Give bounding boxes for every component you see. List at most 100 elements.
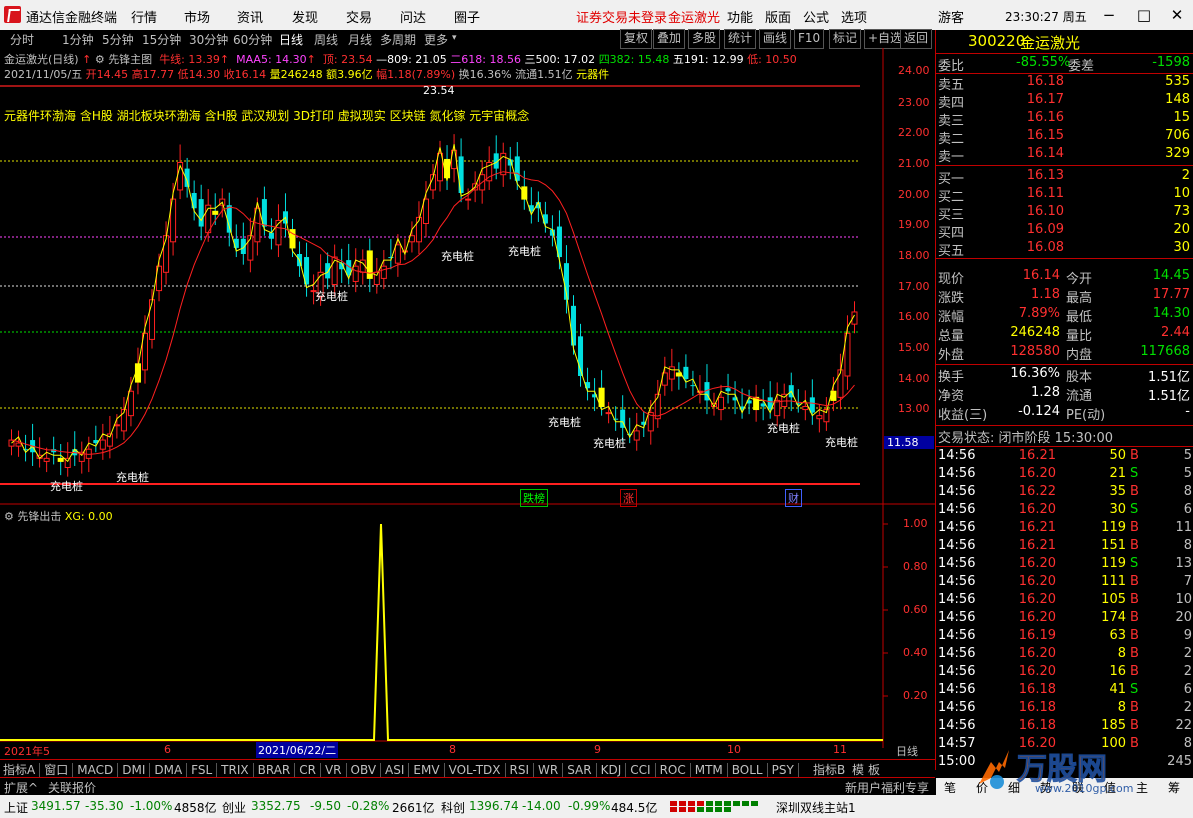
news-ticker[interactable]: 新用户福利专享 bbox=[845, 779, 929, 796]
indicator-tab[interactable]: MACD bbox=[77, 763, 119, 777]
book-price[interactable]: 16.17 bbox=[1016, 92, 1064, 107]
settings-icon[interactable]: ⚙ bbox=[4, 510, 14, 523]
tick-t: 14:56 bbox=[938, 682, 976, 697]
menu-jiaoyi[interactable]: 交易 bbox=[346, 7, 372, 26]
book-price[interactable]: 16.11 bbox=[1016, 186, 1064, 201]
book-price[interactable]: 16.16 bbox=[1016, 110, 1064, 125]
info-low: 低14.30 bbox=[177, 68, 221, 81]
indicator-tab[interactable]: 指标A bbox=[3, 763, 41, 777]
indicator-tab[interactable]: CR bbox=[299, 763, 321, 777]
tick-v: 50 bbox=[1109, 448, 1126, 463]
maximize-icon[interactable]: □ bbox=[1130, 4, 1158, 26]
close-icon[interactable]: ✕ bbox=[1163, 4, 1191, 26]
event-tag-zhang[interactable]: 涨 bbox=[620, 489, 637, 507]
period-multi[interactable]: 多周期 bbox=[380, 31, 416, 48]
menu-shichang[interactable]: 市场 bbox=[184, 7, 210, 26]
expand-tab[interactable]: 扩展^ bbox=[4, 779, 38, 796]
candle-body bbox=[809, 397, 815, 413]
period-1min[interactable]: 1分钟 bbox=[62, 31, 94, 48]
book-price[interactable]: 16.18 bbox=[1016, 74, 1064, 89]
indicator-tab[interactable]: DMA bbox=[154, 763, 188, 777]
indicator-tab[interactable]: CCI bbox=[630, 763, 656, 777]
period-fenshi[interactable]: 分时 bbox=[10, 31, 34, 48]
current-stock-name[interactable]: 金运激光 bbox=[668, 7, 720, 26]
btn-back[interactable]: 返回 bbox=[900, 29, 933, 49]
indicator-tab[interactable]: VR bbox=[324, 763, 347, 777]
cy-label[interactable]: 创业 bbox=[222, 799, 246, 816]
indicator-b-tab[interactable]: 指标B bbox=[813, 761, 845, 778]
sh-label[interactable]: 上证 bbox=[4, 799, 28, 816]
period-day[interactable]: 日线 bbox=[279, 31, 303, 48]
btn-fuquan[interactable]: 复权 bbox=[620, 29, 653, 49]
period-more[interactable]: 更多 bbox=[424, 31, 448, 48]
menu-gongneng[interactable]: 功能 bbox=[727, 7, 753, 26]
indicator-tab[interactable]: 窗口 bbox=[44, 763, 74, 777]
more-chevron-icon[interactable]: ▾ bbox=[452, 33, 457, 43]
period-30min[interactable]: 30分钟 bbox=[189, 31, 228, 48]
tick-t: 14:56 bbox=[938, 538, 976, 553]
book-price[interactable]: 16.13 bbox=[1016, 168, 1064, 183]
menu-wenda[interactable]: 问达 bbox=[400, 7, 426, 26]
btn-huaxian[interactable]: 画线 bbox=[759, 29, 792, 49]
indicator-tab[interactable]: OBV bbox=[350, 763, 382, 777]
btn-diejia[interactable]: 叠加 bbox=[653, 29, 686, 49]
candle-body bbox=[148, 299, 156, 340]
indicator-tab[interactable]: BRAR bbox=[257, 763, 296, 777]
chart-indicator-name[interactable]: 先锋主图 bbox=[108, 53, 152, 66]
menu-xuanxiang[interactable]: 选项 bbox=[841, 7, 867, 26]
main-chart-area[interactable] bbox=[0, 48, 935, 760]
related-quote-tab[interactable]: 关联报价 bbox=[48, 779, 96, 796]
tick-n: 2 bbox=[1183, 664, 1192, 679]
indicator-tab[interactable]: EMV bbox=[413, 763, 445, 777]
indicator-tab[interactable]: PSY bbox=[771, 763, 799, 777]
indicator-tab[interactable]: KDJ bbox=[600, 763, 627, 777]
kc-label[interactable]: 科创 bbox=[441, 799, 465, 816]
menu-faxian[interactable]: 发现 bbox=[292, 7, 318, 26]
event-tag-dieb[interactable]: 跌榜 bbox=[520, 489, 548, 507]
indicator-tab[interactable]: SAR bbox=[567, 763, 597, 777]
event-tag-cai[interactable]: 财 bbox=[785, 489, 802, 507]
book-price[interactable]: 16.08 bbox=[1016, 240, 1064, 255]
board-tab[interactable]: 板 bbox=[868, 761, 880, 778]
indicator-tab[interactable]: WR bbox=[538, 763, 564, 777]
menu-gongshi[interactable]: 公式 bbox=[803, 7, 829, 26]
book-price[interactable]: 16.15 bbox=[1016, 128, 1064, 143]
sub-indicator-title[interactable]: 先锋出击 bbox=[17, 510, 61, 523]
book-price[interactable]: 16.10 bbox=[1016, 204, 1064, 219]
period-label[interactable]: 日线 bbox=[896, 743, 918, 759]
quote-tab[interactable]: 笔 bbox=[944, 779, 956, 796]
indicator-tab[interactable]: BOLL bbox=[731, 763, 768, 777]
indicator-tab[interactable]: TRIX bbox=[221, 763, 254, 777]
fib382-value: 四382: 15.48 bbox=[598, 53, 670, 66]
indicator-tab[interactable]: DMI bbox=[122, 763, 151, 777]
btn-f10[interactable]: F10 bbox=[794, 29, 825, 49]
user-label[interactable]: 游客 bbox=[938, 7, 964, 26]
book-price[interactable]: 16.14 bbox=[1016, 146, 1064, 161]
btn-duogu[interactable]: 多股 bbox=[688, 29, 721, 49]
sh-change: -35.30 bbox=[85, 799, 124, 813]
indicator-tab[interactable]: FSL bbox=[191, 763, 218, 777]
template-tab[interactable]: 模 bbox=[852, 761, 864, 778]
period-week[interactable]: 周线 bbox=[314, 31, 338, 48]
period-month[interactable]: 月线 bbox=[348, 31, 372, 48]
indicator-tab[interactable]: MTM bbox=[694, 763, 728, 777]
period-5min[interactable]: 5分钟 bbox=[102, 31, 134, 48]
period-60min[interactable]: 60分钟 bbox=[233, 31, 272, 48]
settings-icon[interactable]: ⚙ bbox=[95, 53, 105, 66]
menu-zixun[interactable]: 资讯 bbox=[237, 7, 263, 26]
indicator-tab[interactable]: VOL-TDX bbox=[448, 763, 506, 777]
menu-hangqing[interactable]: 行情 bbox=[131, 7, 157, 26]
book-price[interactable]: 16.09 bbox=[1016, 222, 1064, 237]
menu-banmian[interactable]: 版面 bbox=[765, 7, 791, 26]
indicator-tab[interactable]: RSI bbox=[509, 763, 535, 777]
btn-biaoji[interactable]: 标记 bbox=[829, 29, 862, 49]
candle-body bbox=[394, 244, 401, 264]
server-name[interactable]: 深圳双线主站1 bbox=[776, 799, 856, 816]
menu-quanzi[interactable]: 圈子 bbox=[454, 7, 480, 26]
minimize-icon[interactable]: − bbox=[1095, 4, 1123, 26]
trade-login-warning[interactable]: 证券交易未登录 bbox=[576, 7, 667, 26]
btn-tongji[interactable]: 统计 bbox=[724, 29, 757, 49]
indicator-tab[interactable]: ASI bbox=[385, 763, 410, 777]
period-15min[interactable]: 15分钟 bbox=[142, 31, 181, 48]
indicator-tab[interactable]: ROC bbox=[659, 763, 691, 777]
